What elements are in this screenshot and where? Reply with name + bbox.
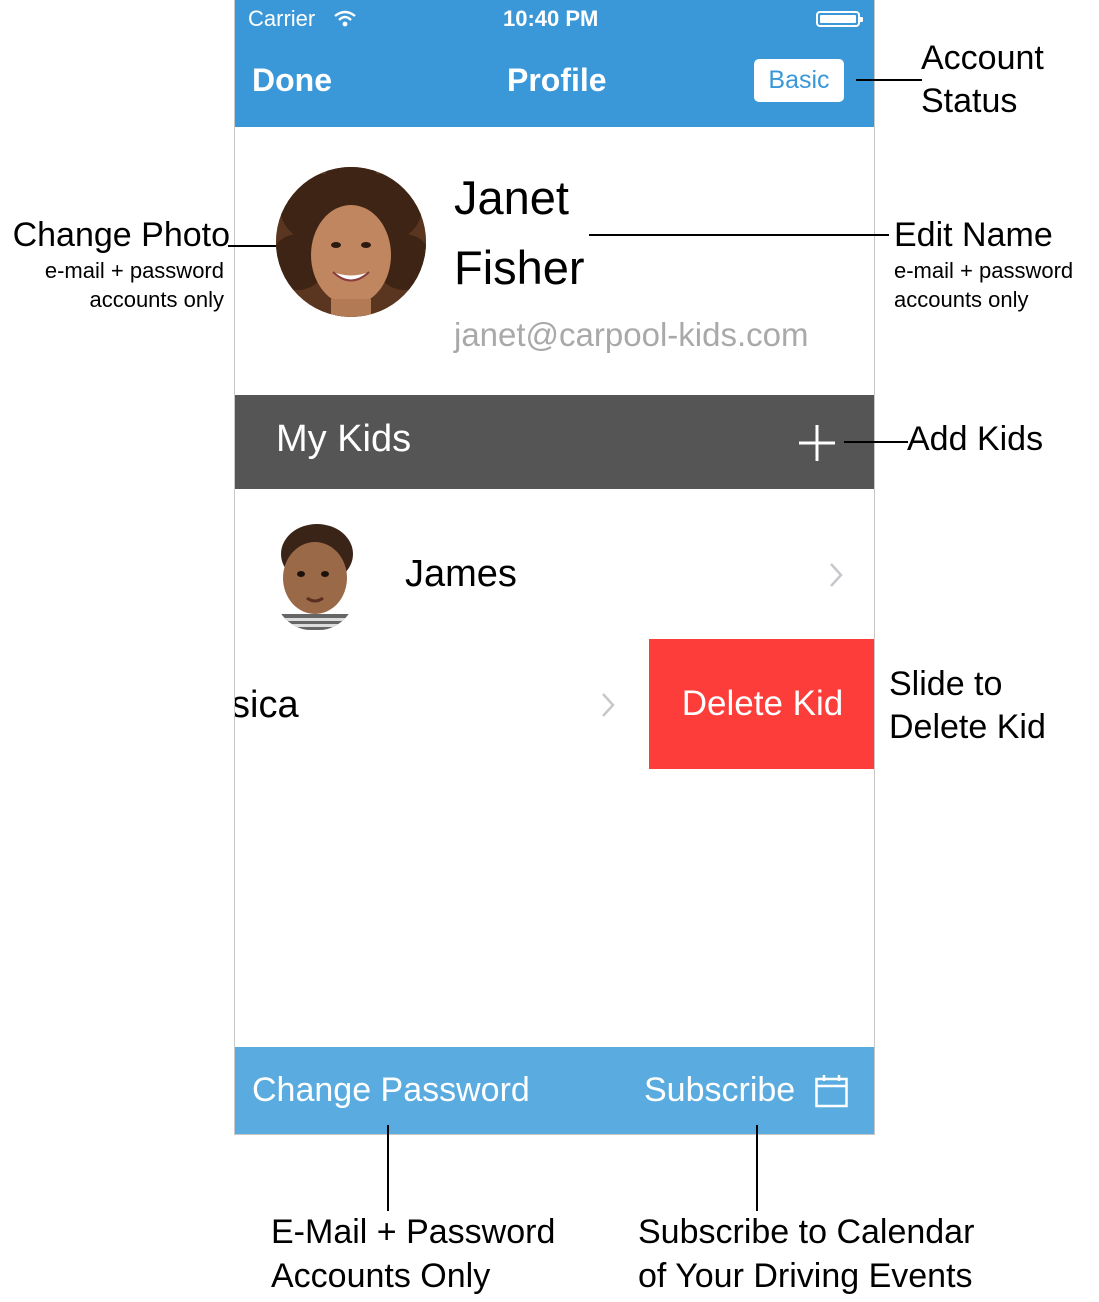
- phone-screen: Carrier 10:40 PM Done Profile Basic Jane…: [234, 0, 875, 1135]
- carrier-label: Carrier: [248, 6, 316, 31]
- account-status-line: [856, 79, 922, 81]
- annotation-sub: accounts only: [89, 287, 224, 312]
- profile-photo[interactable]: [276, 167, 426, 317]
- account-status-annotation: Account Status: [921, 37, 1044, 123]
- kid-row-sliding[interactable]: sica: [235, 639, 649, 769]
- annotation-title: Edit Name: [894, 216, 1053, 254]
- annotation-line-1: Slide to: [889, 665, 1003, 703]
- profile-photo-image: [276, 167, 426, 317]
- chevron-right-icon: [602, 693, 615, 717]
- add-kids-line: [844, 441, 908, 443]
- annotation-line-1: Subscribe to Calendar: [638, 1213, 975, 1251]
- wifi-icon: [334, 10, 356, 27]
- annotation-sub: e-mail + password: [894, 258, 1074, 283]
- add-kids-annotation: Add Kids: [907, 420, 1044, 458]
- my-kids-header: My Kids: [235, 395, 874, 489]
- edit-name-line: [589, 234, 889, 236]
- change-photo-line: [228, 245, 276, 247]
- plus-icon[interactable]: [797, 423, 837, 463]
- slide-delete-annotation: Slide to Delete Kid: [889, 663, 1046, 749]
- annotation-line-2: Status: [921, 82, 1018, 120]
- subscribe-button[interactable]: Subscribe: [644, 1071, 795, 1110]
- kid-photo-image: [271, 522, 359, 630]
- subscribe-line: [756, 1125, 758, 1211]
- navigation-bar: Carrier 10:40 PM Done Profile Basic: [235, 0, 874, 127]
- account-status-badge[interactable]: Basic: [754, 59, 844, 102]
- annotation-line-1: E-Mail + Password: [271, 1213, 556, 1251]
- annotation-line-2: Delete Kid: [889, 708, 1046, 746]
- first-name[interactable]: Janet: [454, 170, 569, 225]
- email-address: janet@carpool-kids.com: [454, 316, 809, 353]
- calendar-icon[interactable]: [815, 1075, 848, 1108]
- delete-kid-button[interactable]: Delete Kid: [649, 639, 874, 769]
- my-kids-title: My Kids: [276, 418, 412, 460]
- change-photo-annotation: Change Photo e-mail + password accounts …: [0, 214, 230, 314]
- annotation-sub: accounts only: [894, 287, 1029, 312]
- annotation-line-2: of Your Driving Events: [638, 1257, 973, 1295]
- done-button[interactable]: Done: [252, 62, 332, 99]
- annotation-sub: e-mail + password: [44, 258, 224, 283]
- kid-name: James: [405, 553, 517, 595]
- annotation-line-2: Accounts Only: [271, 1257, 491, 1295]
- annotation-line-1: Account: [921, 39, 1044, 77]
- bottom-toolbar: Change Password Subscribe: [235, 1047, 874, 1134]
- email-only-annotation: E-Mail + Password Accounts Only: [271, 1210, 555, 1298]
- annotation-title: Change Photo: [12, 216, 230, 254]
- battery-icon: [816, 11, 863, 27]
- page-title: Profile: [507, 62, 607, 98]
- kid-avatar: [271, 522, 359, 630]
- chevron-right-icon: [830, 563, 843, 587]
- status-time: 10:40 PM: [503, 6, 599, 31]
- edit-name-annotation: Edit Name e-mail + password accounts onl…: [894, 214, 1073, 314]
- kid-name: sica: [234, 684, 299, 726]
- change-password-button[interactable]: Change Password: [252, 1071, 530, 1110]
- subscribe-calendar-annotation: Subscribe to Calendar of Your Driving Ev…: [638, 1210, 974, 1298]
- kid-row-james[interactable]: James: [235, 489, 874, 639]
- last-name[interactable]: Fisher: [454, 240, 585, 295]
- change-password-line: [387, 1125, 389, 1211]
